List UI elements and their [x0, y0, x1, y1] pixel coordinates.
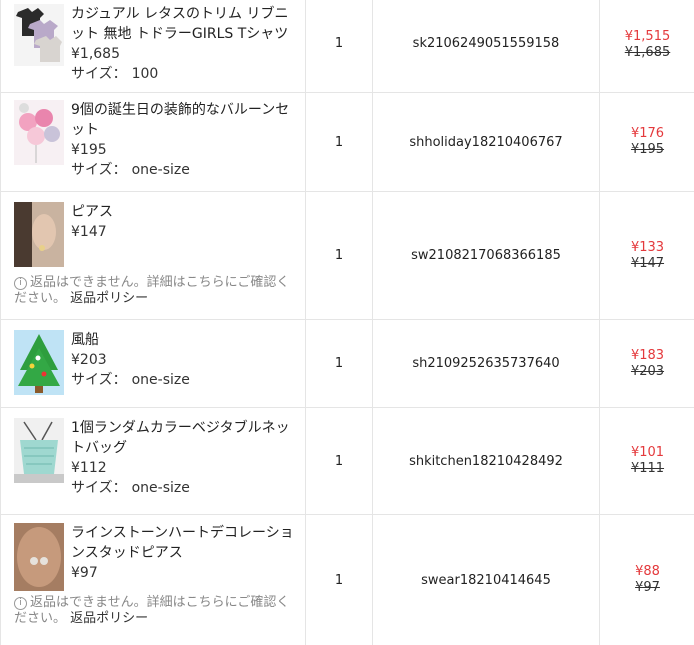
product-info: カジュアル レタスのトリム リブニット 無地 トドラーGIRLS Tシャツ ¥1…	[71, 4, 301, 84]
product-info: 1個ランダムカラーベジタブルネットバッグ ¥112 サイズ： one-size	[71, 418, 301, 498]
sale-price: ¥1,515	[624, 28, 671, 44]
product-cell: ピアス ¥147 i 返品はできません。詳細はこちらにご確認ください。 返品ポリシ…	[1, 192, 306, 319]
sku: sw2108217068366185	[373, 192, 600, 319]
sku: shholiday18210406767	[373, 93, 600, 191]
price-cell: ¥1,515 ¥1,685	[600, 0, 694, 92]
price-cell: ¥183 ¥203	[600, 320, 694, 407]
original-price: ¥111	[630, 461, 665, 476]
product-cell: カジュアル レタスのトリム リブニット 無地 トドラーGIRLS Tシャツ ¥1…	[1, 0, 306, 92]
shirts-thumbnail[interactable]	[14, 4, 64, 66]
product-size: サイズ： 100	[71, 66, 159, 82]
table-row: カジュアル レタスのトリム リブニット 無地 トドラーGIRLS Tシャツ ¥1…	[1, 0, 694, 93]
product-price: ¥1,685	[71, 46, 120, 62]
sku: sh2109252635737640	[373, 320, 600, 407]
return-policy-link[interactable]: 返品ポリシー	[70, 291, 148, 306]
price-cell: ¥101 ¥111	[600, 408, 694, 514]
info-icon: i	[14, 277, 27, 290]
sale-price: ¥133	[630, 239, 665, 255]
product-price: ¥97	[71, 565, 98, 581]
product-size: サイズ： one-size	[71, 162, 190, 178]
product-size: サイズ： one-size	[71, 372, 190, 388]
net-bag-thumbnail[interactable]	[14, 418, 64, 483]
original-price: ¥203	[630, 363, 665, 379]
return-note: i 返品はできません。詳細はこちらにご確認ください。 返品ポリシー	[14, 595, 290, 626]
product-name[interactable]: 1個ランダムカラーベジタブルネットバッグ	[71, 418, 301, 458]
quantity: 1	[306, 192, 373, 319]
sku: sk2106249051559158	[373, 0, 600, 92]
quantity: 1	[306, 0, 373, 92]
original-price: ¥147	[630, 255, 665, 271]
table-row: 風船 ¥203 サイズ： one-size 1 sh210925263573764…	[1, 320, 694, 408]
product-price: ¥203	[71, 352, 107, 368]
sale-price: ¥101	[630, 445, 665, 460]
price-cell: ¥88 ¥97	[600, 515, 694, 645]
product-cell: 1個ランダムカラーベジタブルネットバッグ ¥112 サイズ： one-size	[1, 408, 306, 514]
table-row: 9個の誕生日の装飾的なバルーンセット ¥195 サイズ： one-size 1 s…	[1, 93, 694, 192]
product-size: サイズ： one-size	[71, 480, 190, 496]
price-cell: ¥133 ¥147	[600, 192, 694, 319]
product-price: ¥195	[71, 142, 107, 158]
quantity: 1	[306, 408, 373, 514]
heart-stud-thumbnail[interactable]	[14, 523, 64, 591]
product-name[interactable]: 風船	[71, 330, 301, 350]
product-name[interactable]: 9個の誕生日の装飾的なバルーンセット	[71, 100, 301, 140]
tree-balloon-thumbnail[interactable]	[14, 330, 64, 395]
table-row: ピアス ¥147 i 返品はできません。詳細はこちらにご確認ください。 返品ポリシ…	[1, 192, 694, 320]
sku: swear18210414645	[373, 515, 600, 645]
product-cell: 9個の誕生日の装飾的なバルーンセット ¥195 サイズ： one-size	[1, 93, 306, 191]
product-name[interactable]: ラインストーンハートデコレーションスタッドピアス	[71, 523, 301, 563]
table-row: ラインストーンハートデコレーションスタッドピアス ¥97 i 返品はできません。詳…	[1, 515, 694, 645]
sale-price: ¥183	[630, 347, 665, 363]
price-cell: ¥176 ¥195	[600, 93, 694, 191]
earring-thumbnail[interactable]	[14, 202, 64, 267]
original-price: ¥1,685	[624, 44, 671, 60]
product-info: 9個の誕生日の装飾的なバルーンセット ¥195 サイズ： one-size	[71, 100, 301, 180]
product-price: ¥147	[71, 224, 107, 240]
table-row: 1個ランダムカラーベジタブルネットバッグ ¥112 サイズ： one-size 1…	[1, 408, 694, 515]
product-info: ピアス ¥147	[71, 202, 301, 267]
return-note: i 返品はできません。詳細はこちらにご確認ください。 返品ポリシー	[14, 275, 290, 306]
sale-price: ¥176	[630, 126, 665, 141]
product-info: ラインストーンハートデコレーションスタッドピアス ¥97	[71, 523, 301, 591]
quantity: 1	[306, 93, 373, 191]
info-icon: i	[14, 597, 27, 610]
quantity: 1	[306, 515, 373, 645]
product-price: ¥112	[71, 460, 107, 476]
sale-price: ¥88	[635, 564, 660, 579]
original-price: ¥195	[630, 142, 665, 157]
product-info: 風船 ¥203 サイズ： one-size	[71, 330, 301, 395]
order-items-table: カジュアル レタスのトリム リブニット 無地 トドラーGIRLS Tシャツ ¥1…	[0, 0, 694, 645]
product-cell: ラインストーンハートデコレーションスタッドピアス ¥97 i 返品はできません。詳…	[1, 515, 306, 645]
product-name[interactable]: カジュアル レタスのトリム リブニット 無地 トドラーGIRLS Tシャツ	[71, 4, 301, 44]
quantity: 1	[306, 320, 373, 407]
product-cell: 風船 ¥203 サイズ： one-size	[1, 320, 306, 407]
original-price: ¥97	[635, 580, 660, 595]
product-name[interactable]: ピアス	[71, 202, 301, 222]
sku: shkitchen18210428492	[373, 408, 600, 514]
balloons-thumbnail[interactable]	[14, 100, 64, 165]
